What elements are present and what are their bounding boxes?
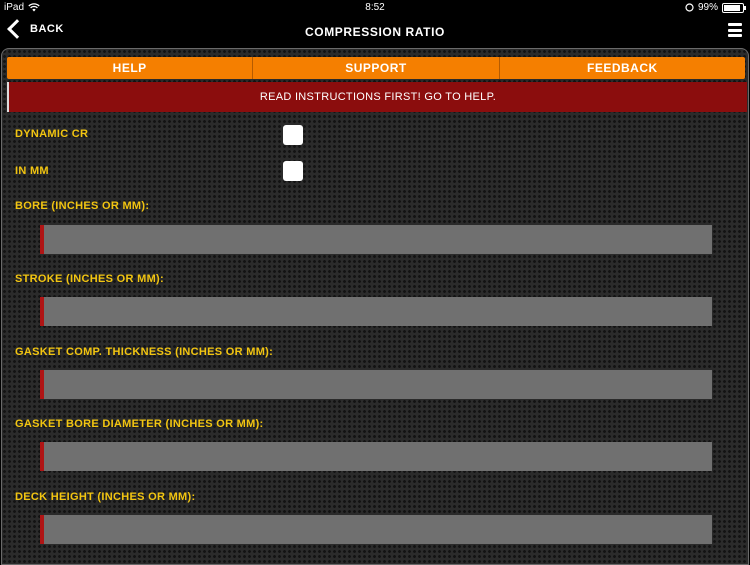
stroke-input[interactable] [40,297,712,326]
bore-label: BORE (INCHES OR MM): [15,200,150,212]
in-mm-checkbox[interactable] [283,161,303,181]
status-bar: iPad 8:52 99% [0,0,750,16]
battery-percent: 99% [697,2,718,13]
stroke-label: STROKE (INCHES OR MM): [15,273,164,285]
gasket-bore-input[interactable] [40,442,712,471]
hamburger-icon [728,23,742,26]
tab-feedback[interactable]: FEEDBACK [500,57,745,79]
dynamic-cr-checkbox[interactable] [283,125,303,145]
deck-height-input[interactable] [40,515,712,544]
instructions-alert[interactable]: READ INSTRUCTIONS FIRST! GO TO HELP. [7,82,747,112]
gasket-thickness-input[interactable] [40,370,712,399]
rotation-lock-icon [685,3,694,12]
tab-help[interactable]: HELP [7,57,254,79]
deck-height-label: DECK HEIGHT (INCHES OR MM): [15,491,196,503]
gasket-bore-label: GASKET BORE DIAMETER (INCHES OR MM): [15,418,264,430]
page-title: COMPRESSION RATIO [305,25,445,39]
status-time: 8:52 [365,2,385,13]
gasket-thickness-label: GASKET COMP. THICKNESS (INCHES OR MM): [15,346,274,358]
tab-support[interactable]: SUPPORT [253,57,500,79]
in-mm-label: IN MM [15,165,49,177]
bore-input[interactable] [40,225,712,254]
main-panel: HELP SUPPORT FEEDBACK READ INSTRUCTIONS … [1,48,749,565]
menu-button[interactable] [728,23,742,37]
hamburger-icon-bar [728,28,742,32]
hamburger-icon-bar [728,34,742,37]
dynamic-cr-label: DYNAMIC CR [15,128,89,140]
battery-icon [722,2,746,13]
nav-bar: BACK COMPRESSION RATIO [0,16,750,48]
top-tabs: HELP SUPPORT FEEDBACK [7,57,745,79]
